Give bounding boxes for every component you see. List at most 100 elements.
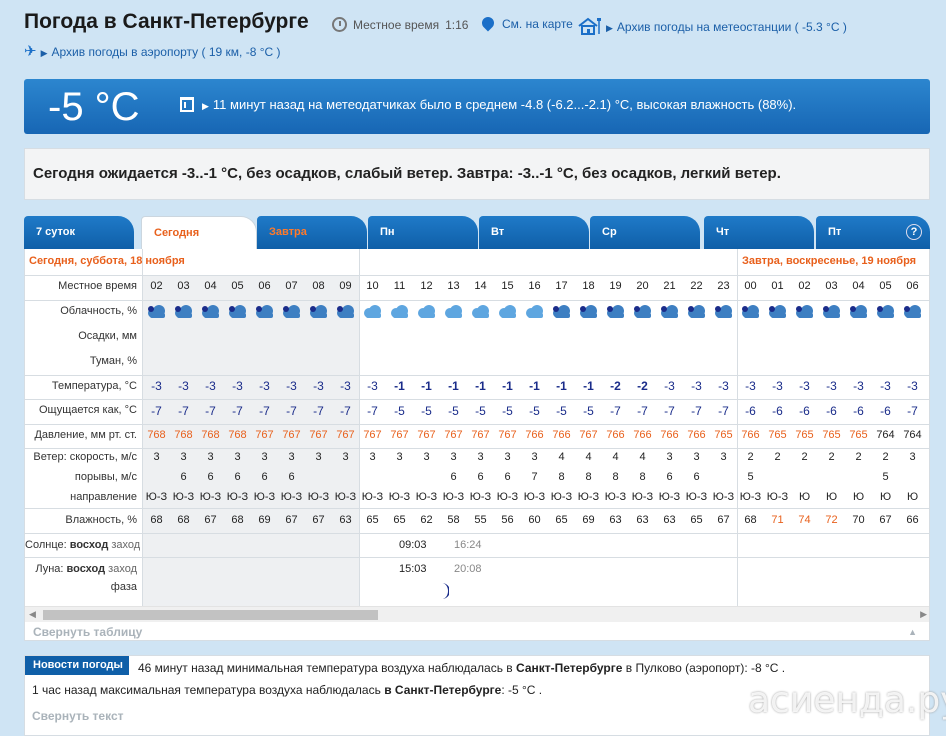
wind-speed-cell: 3: [234, 451, 241, 463]
cloud-moon-icon: [634, 305, 651, 318]
moon-prefix: Луна:: [35, 563, 64, 575]
wind-speed-cell: 3: [369, 451, 376, 463]
temp-cell: -3: [367, 379, 378, 393]
feel-cell: -6: [745, 404, 756, 418]
news-2-city[interactable]: в Санкт-Петербурге: [384, 683, 501, 697]
feel-cell: -6: [853, 404, 864, 418]
pressure-cell: 767: [309, 429, 328, 441]
wind-speed-cell: 3: [288, 451, 295, 463]
tab-monday[interactable]: Пн: [368, 216, 478, 249]
news-tab[interactable]: Новости погоды: [25, 656, 129, 675]
tab-today[interactable]: Сегодня: [141, 216, 257, 249]
humidity-cell: 67: [879, 514, 892, 526]
feel-cell: -7: [259, 404, 270, 418]
feel-cell: -6: [799, 404, 810, 418]
collapse-text-link[interactable]: Свернуть текст: [32, 709, 124, 723]
direction-cell: Ю: [906, 491, 919, 503]
feel-cell: -7: [664, 404, 675, 418]
collapse-arrow-icon[interactable]: ▲: [908, 627, 917, 637]
pressure-cell: 767: [255, 429, 274, 441]
station-archive-label[interactable]: Архив погоды на метеостанции ( -5.3 °C ): [617, 20, 847, 34]
moon-phase-icon: [442, 583, 449, 599]
temp-cell: -1: [475, 379, 486, 393]
row-divider: [25, 275, 929, 276]
cloud-moon-icon: [661, 305, 678, 318]
airport-archive-link[interactable]: ✈ ▶ Архив погоды в аэропорту ( 19 км, -8 °…: [24, 42, 281, 60]
sunset-time: 16:24: [454, 539, 482, 551]
map-link-label[interactable]: См. на карте: [502, 17, 573, 31]
house-station-icon: [578, 17, 601, 35]
gust-cell: 6: [234, 471, 241, 483]
tab-friday[interactable]: Пт ?: [816, 216, 930, 249]
tab-tuesday[interactable]: Вт: [479, 216, 589, 249]
row-divider: [25, 300, 929, 301]
cloud-moon-icon: [472, 305, 489, 318]
humidity-cell: 65: [366, 514, 379, 526]
temp-cell: -3: [178, 379, 189, 393]
label-direction: направление: [70, 491, 137, 503]
tab-tomorrow[interactable]: Завтра: [257, 216, 367, 249]
direction-cell: Ю-З: [226, 491, 249, 503]
tab-friday-label[interactable]: Пт: [828, 226, 841, 238]
temp-cell: -3: [799, 379, 810, 393]
temp-cell: -1: [448, 379, 459, 393]
help-icon[interactable]: ?: [906, 224, 922, 240]
feel-cell: -7: [313, 404, 324, 418]
cloud-moon-icon: [823, 305, 840, 318]
news-1-city[interactable]: Санкт-Петербурге: [516, 661, 622, 675]
hour-cell: 02: [150, 280, 163, 292]
direction-cell: Ю-З: [631, 491, 654, 503]
sun-prefix: Солнце:: [25, 539, 67, 551]
feel-cell: -7: [637, 404, 648, 418]
map-link[interactable]: См. на карте: [479, 14, 573, 32]
temp-cell: -3: [151, 379, 162, 393]
wind-speed-cell: 3: [909, 451, 916, 463]
wind-speed-cell: 2: [801, 451, 808, 463]
wind-speed-cell: 3: [504, 451, 511, 463]
table-scrollbar[interactable]: ◀ ▶: [25, 606, 929, 622]
hour-cell: 08: [312, 280, 325, 292]
moonrise-word: восход: [66, 563, 106, 575]
pressure-cell: 767: [444, 429, 463, 441]
hour-cell: 13: [447, 280, 460, 292]
collapse-table-link[interactable]: Свернуть таблицу: [33, 625, 142, 639]
humidity-cell: 74: [798, 514, 811, 526]
scrollbar-thumb[interactable]: [43, 610, 378, 620]
humidity-cell: 62: [420, 514, 433, 526]
humidity-cell: 63: [636, 514, 649, 526]
current-info: ▶ 11 минут назад на метеодатчиках было в …: [180, 97, 796, 112]
sunrise-time: 09:03: [399, 539, 427, 551]
hourly-table: Сегодня, суббота, 18 ноября Завтра, воск…: [24, 249, 930, 641]
temp-cell: -3: [691, 379, 702, 393]
label-precip: Осадки, мм: [78, 330, 137, 342]
direction-cell: Ю-З: [523, 491, 546, 503]
scroll-right-icon[interactable]: ▶: [920, 609, 927, 620]
pressure-cell: 767: [336, 429, 355, 441]
clock-icon: [332, 17, 347, 32]
pressure-cell: 766: [687, 429, 706, 441]
airport-archive-label[interactable]: Архив погоды в аэропорту ( 19 км, -8 °C …: [52, 45, 281, 59]
humidity-cell: 72: [825, 514, 838, 526]
scroll-left-icon[interactable]: ◀: [29, 609, 36, 620]
tab-thursday[interactable]: Чт: [704, 216, 814, 249]
feel-cell: -7: [205, 404, 216, 418]
cloud-moon-icon: [337, 305, 354, 318]
tab-wednesday[interactable]: Ср: [590, 216, 700, 249]
hour-cell: 19: [609, 280, 622, 292]
today-header: Сегодня, суббота, 18 ноября: [29, 255, 185, 267]
temp-cell: -3: [718, 379, 729, 393]
feel-cell: -6: [772, 404, 783, 418]
feel-cell: -5: [583, 404, 594, 418]
forecast-summary-panel: Сегодня ожидается -3..-1 °C, без осадков…: [24, 148, 930, 200]
gust-cell: 6: [261, 471, 268, 483]
direction-cell: Ю-З: [199, 491, 222, 503]
tab-7-days[interactable]: 7 суток: [24, 216, 134, 249]
cloud-moon-icon: [229, 305, 246, 318]
row-divider: [25, 448, 929, 449]
watermark-logo: асиенда.ру: [748, 680, 946, 721]
direction-cell: Ю-З: [361, 491, 384, 503]
row-divider: [25, 508, 929, 509]
pressure-cell: 765: [768, 429, 787, 441]
wind-speed-cell: 3: [342, 451, 349, 463]
station-archive-link[interactable]: ▶ Архив погоды на метеостанции ( -5.3 °C …: [578, 17, 847, 35]
